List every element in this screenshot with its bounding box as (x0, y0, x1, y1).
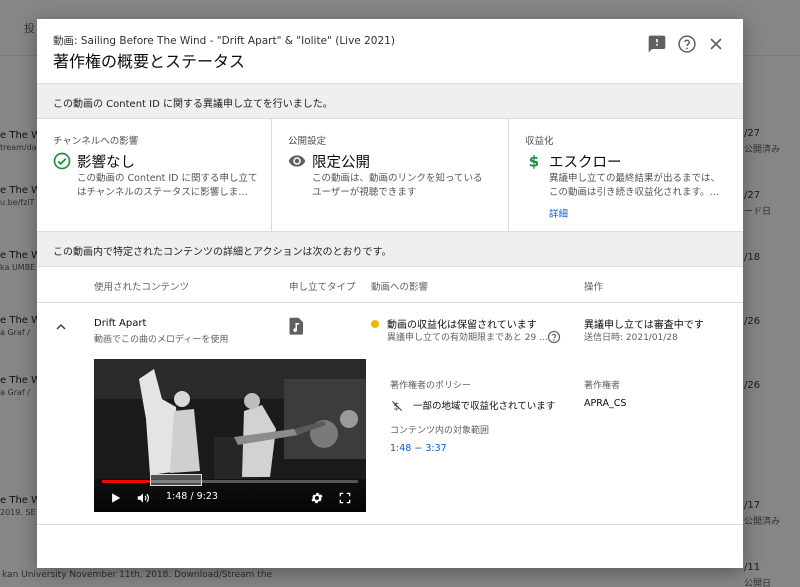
card-label: 公開設定 (288, 136, 327, 147)
column-header-action: 操作 (584, 282, 604, 293)
claimed-content-title: Drift Apart (94, 318, 147, 329)
card-label: チャンネルへの影響 (53, 136, 139, 147)
video-progress-fill (102, 480, 151, 483)
column-header-content: 使用されたコンテンツ (94, 282, 190, 293)
content-range-label: コンテンツ内の対象範囲 (390, 426, 490, 436)
feedback-icon[interactable] (647, 34, 667, 54)
content-range-link[interactable]: 1:48 − 3:37 (390, 443, 447, 454)
play-icon[interactable] (108, 490, 122, 504)
card-value: 影響なし (77, 155, 135, 171)
svg-text:$: $ (529, 152, 539, 170)
action-status-title: 異議申し立ては審査中です (584, 320, 704, 331)
video-progress-bar[interactable] (102, 474, 358, 486)
claim-notice-bar: この動画の Content ID に関する異議申し立てを行いました。 (37, 83, 743, 119)
video-time: 1:48 / 9:23 (166, 491, 218, 502)
monetization-off-icon: $ (390, 398, 404, 413)
content-section-bar: この動画内で特定されたコンテンツの詳細とアクションは次のとおりです。 (37, 231, 743, 267)
action-submitted-date: 送信日時: 2021/01/28 (584, 333, 678, 343)
eye-icon (288, 152, 306, 170)
owner-policy-label: 著作権者のポリシー (390, 381, 472, 391)
claims-table-header: 使用されたコンテンツ 申し立てタイプ 動画への影響 操作 (37, 267, 743, 303)
card-label: 収益化 (525, 136, 554, 147)
check-circle-icon (53, 152, 71, 170)
video-range-highlight (150, 474, 202, 486)
video-player[interactable]: 1:48 / 9:23 (94, 359, 366, 512)
content-section-text: この動画内で特定されたコンテンツの詳細とアクションは次のとおりです。 (53, 247, 392, 258)
dialog-title: 著作権の概要とステータス (53, 52, 246, 71)
owner-policy-value: 一部の地域で収益化されています (413, 401, 556, 412)
collapse-chevron-icon[interactable] (53, 319, 69, 335)
card-value: 限定公開 (312, 155, 370, 171)
settings-gear-icon[interactable] (310, 490, 324, 504)
card-description: 異議申し立ての最終結果が出るまでは、 この動画は引き続き収益化されます。… (549, 173, 721, 198)
dollar-icon: $ (525, 152, 543, 170)
claimed-content-usage: 動画でこの曲のメロディーを使用 (94, 335, 229, 345)
details-link[interactable]: 詳細 (549, 206, 568, 220)
copyright-owner-value: APRA_CS (584, 398, 627, 409)
copyright-dialog: 動画: Sailing Before The Wind - "Drift Apa… (37, 19, 743, 568)
copyright-owner-label: 著作権者 (584, 381, 621, 391)
status-dot (371, 320, 379, 328)
column-header-impact: 動画への影響 (371, 282, 429, 293)
impact-title: 動画の収益化は保留されています (387, 320, 537, 331)
video-controls: 1:48 / 9:23 (94, 474, 366, 512)
help-icon[interactable] (547, 329, 561, 344)
column-header-type: 申し立てタイプ (289, 282, 356, 293)
card-value: エスクロー (549, 155, 622, 171)
dialog-header: 動画: Sailing Before The Wind - "Drift Apa… (37, 19, 743, 83)
summary-cards: チャンネルへの影響 影響なし この動画の Content ID に関する申し立て… (37, 119, 743, 231)
volume-icon[interactable] (136, 490, 150, 504)
video-subtitle: 動画: Sailing Before The Wind - "Drift Apa… (53, 35, 395, 47)
help-icon[interactable] (677, 34, 697, 54)
fullscreen-icon[interactable] (338, 490, 352, 504)
card-description: この動画の Content ID に関する申し立て はチャンネルのステータスに影… (77, 173, 258, 198)
visibility-card: 公開設定 限定公開 この動画は、動画のリンクを知っている ユーザーが視聴できます (271, 119, 508, 231)
card-description: この動画は、動画のリンクを知っている ユーザーが視聴できます (312, 173, 483, 198)
claim-row: Drift Apart 動画でこの曲のメロディーを使用 動画の収益化は保留されて… (37, 303, 743, 525)
impact-subtitle: 異議申し立ての有効期限まであと 29 … (387, 333, 549, 343)
monetization-card: 収益化 $ エスクロー 異議申し立ての最終結果が出るまでは、 この動画は引き続き… (508, 119, 743, 231)
music-note-icon (289, 317, 305, 335)
close-icon[interactable] (706, 34, 726, 54)
claim-notice-text: この動画の Content ID に関する異議申し立てを行いました。 (53, 99, 333, 110)
channel-impact-card: チャンネルへの影響 影響なし この動画の Content ID に関する申し立て… (37, 119, 271, 231)
